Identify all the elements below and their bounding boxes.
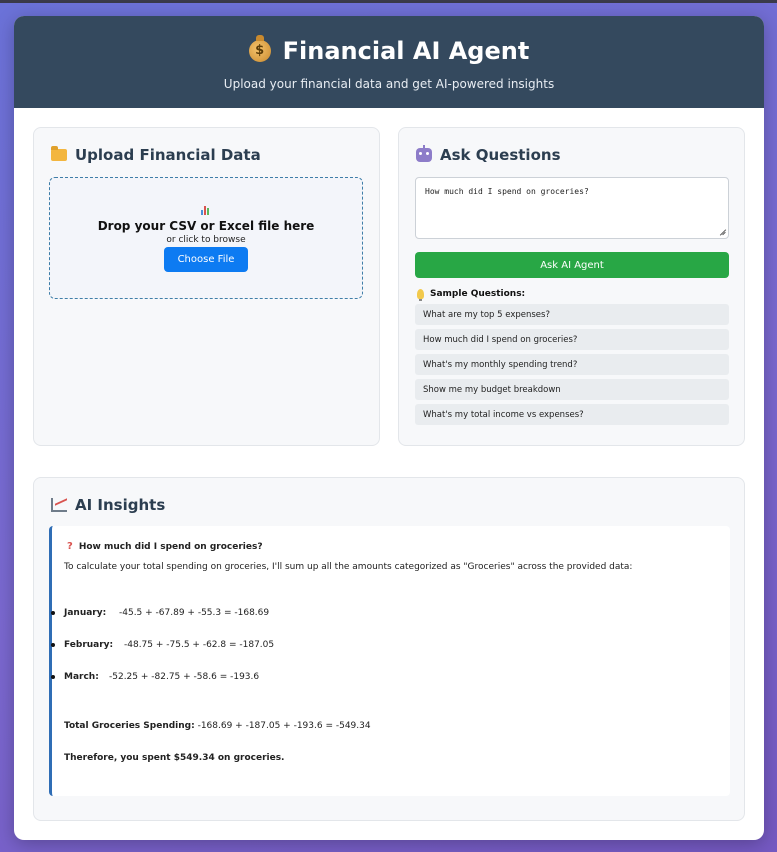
dropzone-title: Drop your CSV or Excel file here bbox=[97, 219, 315, 233]
month-label: January: bbox=[64, 608, 107, 618]
page-title-text: Financial AI Agent bbox=[282, 37, 530, 65]
insight-conclusion: Therefore, you spent $549.34 on grocerie… bbox=[64, 753, 285, 763]
bar-chart-icon bbox=[201, 205, 211, 215]
list-item: January: -45.5 + -67.89 + -55.3 = -168.6… bbox=[51, 608, 652, 640]
insights-panel-title-text: AI Insights bbox=[75, 496, 166, 514]
sample-question-item[interactable]: Show me my budget breakdown bbox=[415, 379, 729, 400]
upload-panel-title-text: Upload Financial Data bbox=[75, 146, 261, 164]
resize-handle-icon[interactable] bbox=[717, 227, 726, 236]
file-dropzone[interactable]: Drop your CSV or Excel file here or clic… bbox=[49, 177, 363, 299]
page-title: Financial AI Agent bbox=[14, 35, 764, 65]
sample-questions-heading-text: Sample Questions: bbox=[430, 289, 526, 299]
app-container: Financial AI Agent Upload your financial… bbox=[14, 16, 764, 840]
lightbulb-icon bbox=[417, 289, 424, 301]
robot-icon bbox=[416, 145, 432, 162]
list-item: February: -48.75 + -75.5 + -62.8 = -187.… bbox=[51, 640, 652, 672]
total-calc: -168.69 + -187.05 + -193.6 = -549.34 bbox=[197, 721, 371, 731]
folder-icon bbox=[51, 146, 67, 161]
page-subtitle: Upload your financial data and get AI-po… bbox=[223, 77, 555, 91]
month-calc: -45.5 + -67.89 + -55.3 = -168.69 bbox=[119, 608, 270, 618]
insights-panel: AI Insights ? How much did I spend on gr… bbox=[33, 477, 745, 821]
ask-ai-agent-button[interactable]: Ask AI Agent bbox=[415, 252, 729, 278]
total-label: Total Groceries Spending: bbox=[64, 721, 195, 731]
choose-file-button[interactable]: Choose File bbox=[164, 247, 248, 272]
insights-panel-title: AI Insights bbox=[51, 496, 165, 514]
insight-question: ? How much did I spend on groceries? bbox=[67, 541, 263, 552]
question-mark-icon: ? bbox=[67, 541, 73, 552]
chart-icon bbox=[51, 498, 67, 512]
sample-question-item[interactable]: What's my monthly spending trend? bbox=[415, 354, 729, 375]
sample-questions-heading: Sample Questions: bbox=[417, 289, 526, 301]
upload-panel-title: Upload Financial Data bbox=[51, 146, 261, 164]
upload-panel: Upload Financial Data Drop your CSV or E… bbox=[33, 127, 380, 446]
month-calc: -52.25 + -82.75 + -58.6 = -193.6 bbox=[109, 672, 260, 682]
app-header: Financial AI Agent Upload your financial… bbox=[14, 16, 764, 108]
question-input[interactable] bbox=[415, 177, 729, 239]
month-label: March: bbox=[64, 672, 99, 682]
monthly-breakdown-list: January: -45.5 + -67.89 + -55.3 = -168.6… bbox=[51, 608, 652, 704]
insight-question-text: How much did I spend on groceries? bbox=[78, 541, 263, 552]
ask-panel: Ask Questions Ask AI Agent Sample Questi… bbox=[398, 127, 745, 446]
window-top-bar bbox=[0, 0, 777, 3]
list-item: March: -52.25 + -82.75 + -58.6 = -193.6 bbox=[51, 672, 652, 704]
money-bag-icon bbox=[248, 35, 271, 62]
ask-panel-title: Ask Questions bbox=[416, 145, 561, 164]
sample-question-item[interactable]: How much did I spend on groceries? bbox=[415, 329, 729, 350]
sample-question-item[interactable]: What are my top 5 expenses? bbox=[415, 304, 729, 325]
insight-card: ? How much did I spend on groceries? To … bbox=[49, 526, 730, 796]
month-calc: -48.75 + -75.5 + -62.8 = -187.05 bbox=[124, 640, 275, 650]
month-label: February: bbox=[64, 640, 114, 650]
sample-question-item[interactable]: What's my total income vs expenses? bbox=[415, 404, 729, 425]
total-line: Total Groceries Spending: -168.69 + -187… bbox=[64, 721, 371, 731]
dropzone-subtitle: or click to browse bbox=[166, 235, 246, 245]
sample-questions-list: What are my top 5 expenses? How much did… bbox=[415, 304, 729, 429]
insight-intro: To calculate your total spending on groc… bbox=[64, 562, 633, 572]
ask-panel-title-text: Ask Questions bbox=[440, 146, 561, 164]
